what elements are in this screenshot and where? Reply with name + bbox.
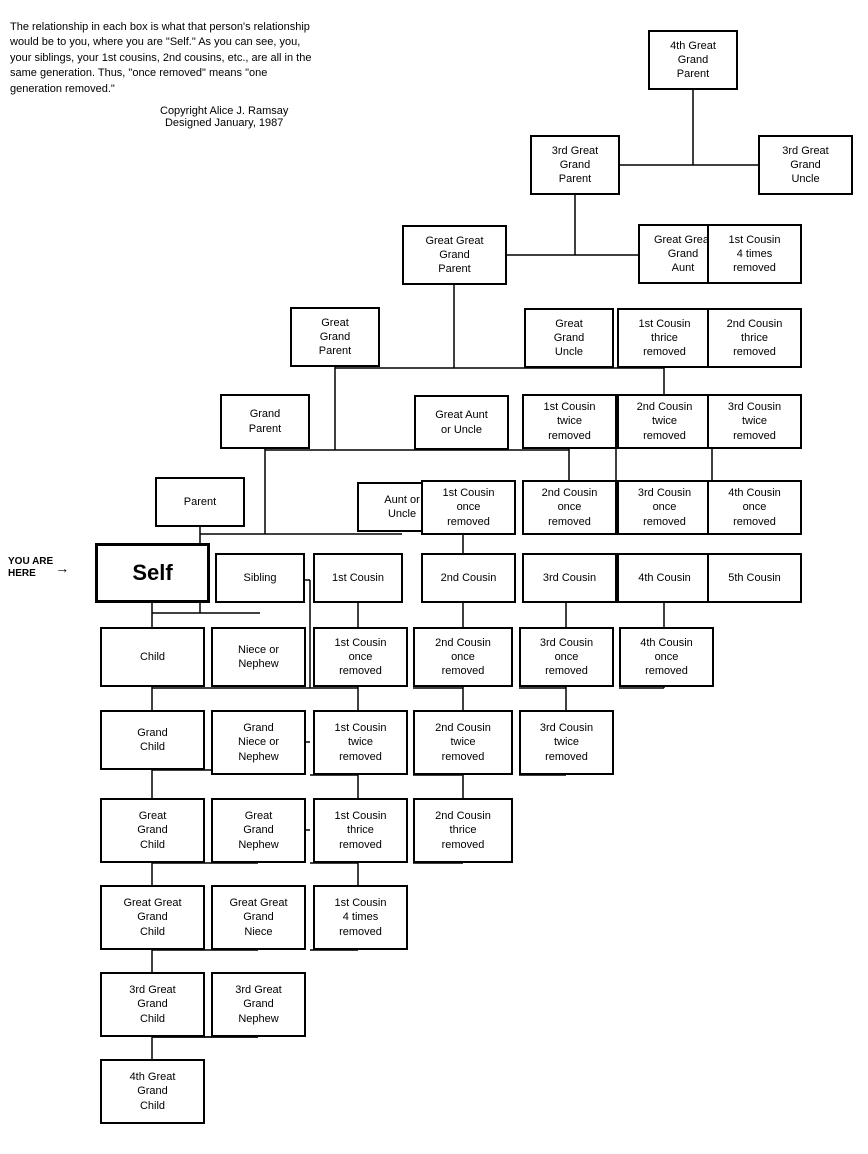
box-3rdcousin_twice_removed_up: 3rd Cousintwiceremoved — [707, 394, 802, 449]
box-3rdgreatgranduncle: 3rd GreatGrandUncle — [758, 135, 853, 195]
box-1stcousin_once_removed_up: 1st Cousinonceremoved — [421, 480, 516, 535]
box-4thcousin_once_removed_down: 4th Cousinonceremoved — [619, 627, 714, 687]
you-are-here-label: YOU AREHERE → — [8, 556, 69, 580]
box-1stcousin_thrice_removed_up: 1st Cousinthriceremoved — [617, 308, 712, 368]
box-2ndcousin_thrice_removed_up: 2nd Cousinthriceremoved — [707, 308, 802, 368]
box-greatgreatgrandparent: Great GreatGrandParent — [402, 225, 507, 285]
box-greatauntoruncle: Great Auntor Uncle — [414, 395, 509, 450]
box-greatgrandnephew: GreatGrandNephew — [211, 798, 306, 863]
box-1stcousin_4times_removed_down: 1st Cousin4 timesremoved — [313, 885, 408, 950]
box-niece_nephew: Niece orNephew — [211, 627, 306, 687]
box-3rdgreatgrandnephew: 3rd GreatGrandNephew — [211, 972, 306, 1037]
box-2ndcousin_twice_removed_down: 2nd Cousintwiceremoved — [413, 710, 513, 775]
box-1stcousin_twice_removed_down: 1st Cousintwiceremoved — [313, 710, 408, 775]
box-greatgrandparent: GreatGrandParent — [290, 307, 380, 367]
box-3rdcousin_once_removed_up: 3rd Cousinonceremoved — [617, 480, 712, 535]
box-1stcousin_once_removed_down: 1st Cousinonceremoved — [313, 627, 408, 687]
box-3rdcousin_twice_removed_down: 3rd Cousintwiceremoved — [519, 710, 614, 775]
box-4thgreatgrandparent: 4th GreatGrandParent — [648, 30, 738, 90]
box-1stcousin_4times_removed_up: 1st Cousin4 timesremoved — [707, 224, 802, 284]
box-3rdgreatgrandchild: 3rd GreatGrandChild — [100, 972, 205, 1037]
copyright: Copyright Alice J. Ramsay Designed Janua… — [160, 105, 288, 129]
box-grandparent: GrandParent — [220, 394, 310, 449]
box-2ndcousin_once_removed_up: 2nd Cousinonceremoved — [522, 480, 617, 535]
box-sibling: Sibling — [215, 553, 305, 603]
box-parent: Parent — [155, 477, 245, 527]
box-4thcousin_once_removed_up: 4th Cousinonceremoved — [707, 480, 802, 535]
box-4thcousin: 4th Cousin — [617, 553, 712, 603]
copyright-line2: Designed January, 1987 — [160, 117, 288, 129]
box-greatgreatgrandchild: Great GreatGrandChild — [100, 885, 205, 950]
box-self: Self — [95, 543, 210, 603]
box-4thgreatgrandchild: 4th GreatGrandChild — [100, 1059, 205, 1124]
box-2ndcousin: 2nd Cousin — [421, 553, 516, 603]
arrow-icon: → — [55, 560, 69, 576]
box-greatgrandchild: GreatGrandChild — [100, 798, 205, 863]
box-2ndcousin_once_removed_down: 2nd Cousinonceremoved — [413, 627, 513, 687]
box-3rdcousin: 3rd Cousin — [522, 553, 617, 603]
box-2ndcousin_twice_removed_up: 2nd Cousintwiceremoved — [617, 394, 712, 449]
box-child: Child — [100, 627, 205, 687]
box-greatgranduncle: GreatGrandUncle — [524, 308, 614, 368]
intro-content: The relationship in each box is what tha… — [10, 21, 311, 95]
page: The relationship in each box is what tha… — [0, 0, 868, 1154]
box-1stcousin: 1st Cousin — [313, 553, 403, 603]
box-2ndcousin_thrice_removed_down: 2nd Cousinthriceremoved — [413, 798, 513, 863]
box-grandchild: GrandChild — [100, 710, 205, 770]
box-greatgreatgrandniece: Great GreatGrandNiece — [211, 885, 306, 950]
box-3rdcousin_once_removed_down: 3rd Cousinonceremoved — [519, 627, 614, 687]
box-1stcousin_twice_removed_up: 1st Cousintwiceremoved — [522, 394, 617, 449]
box-1stcousin_thrice_removed_down: 1st Cousinthriceremoved — [313, 798, 408, 863]
box-grandniece_nephew: GrandNiece orNephew — [211, 710, 306, 775]
copyright-line1: Copyright Alice J. Ramsay — [160, 105, 288, 117]
box-5thcousin: 5th Cousin — [707, 553, 802, 603]
intro-text: The relationship in each box is what tha… — [10, 20, 320, 97]
box-3rdgreatgrandparent: 3rd GreatGrandParent — [530, 135, 620, 195]
